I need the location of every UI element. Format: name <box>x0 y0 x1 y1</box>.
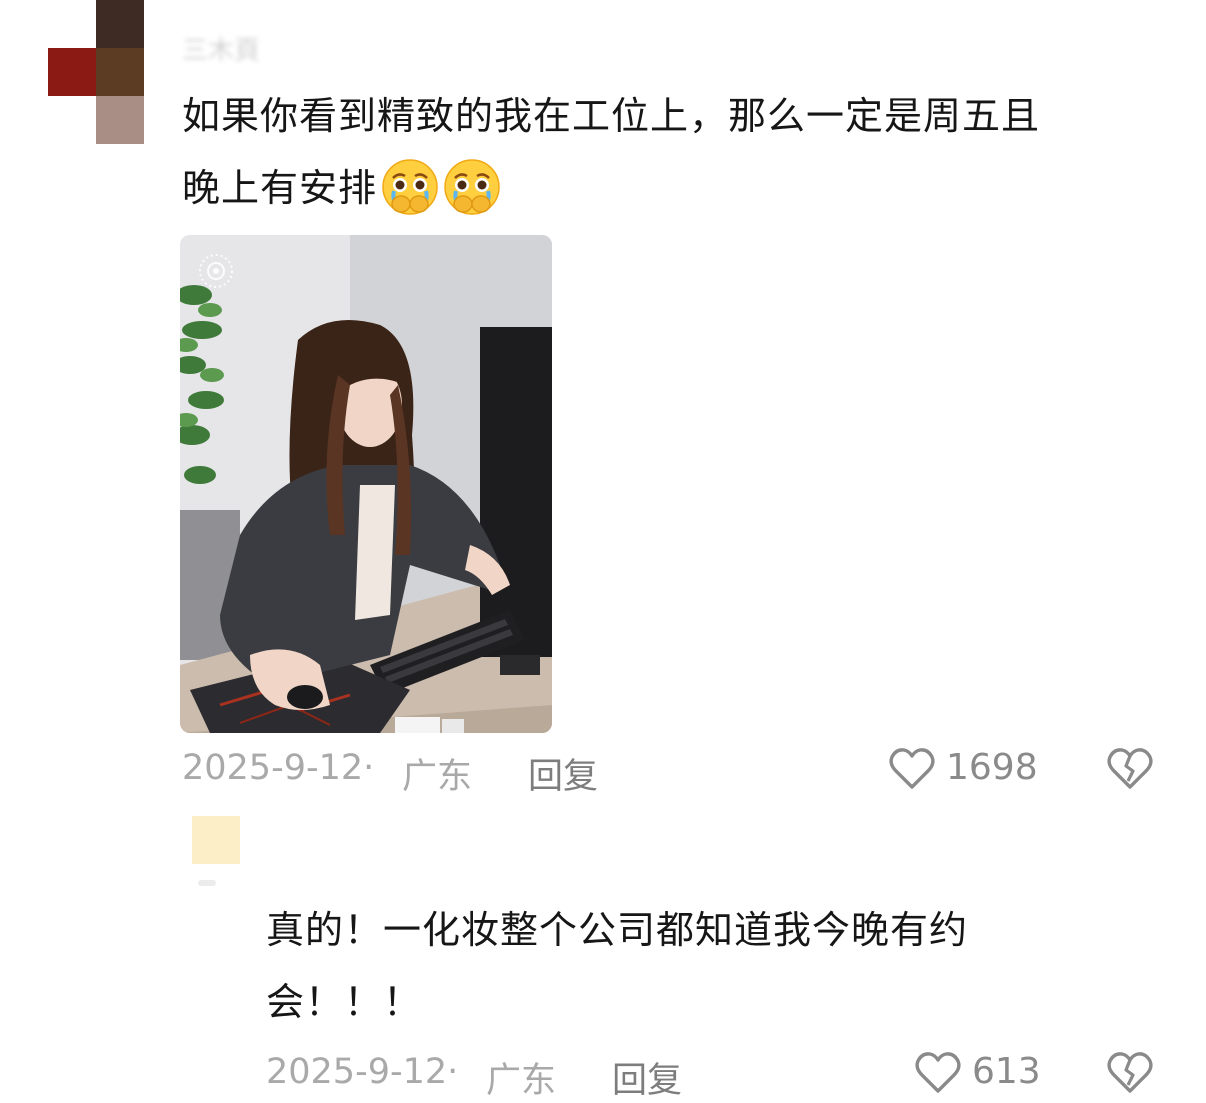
avatar[interactable] <box>48 0 144 144</box>
avatar-pixel <box>96 96 144 144</box>
avatar-pixel <box>96 0 144 48</box>
avatar-pixel <box>48 0 96 48</box>
avatar[interactable] <box>192 816 240 864</box>
reply-button[interactable]: 回复 <box>528 748 598 799</box>
avatar-pixel <box>96 48 144 96</box>
crying-face-emoji-icon <box>381 158 439 216</box>
comment-image[interactable] <box>180 235 552 733</box>
comment-location: 广东 <box>402 757 473 797</box>
username[interactable]: 三木頁 <box>182 30 302 66</box>
comment-date: 2025-9-12· <box>182 748 375 788</box>
avatar-pixel <box>48 96 96 144</box>
like-count: 1698 <box>946 747 1038 788</box>
dislike-button[interactable] <box>1106 747 1154 791</box>
comment-text-line: 真的！一化妆整个公司都知道我今晚有约 <box>266 908 969 952</box>
reply-button[interactable]: 回复 <box>612 1052 682 1103</box>
dislike-button[interactable] <box>1106 1051 1154 1095</box>
crying-face-emoji-icon <box>443 158 501 216</box>
broken-heart-icon <box>1106 747 1154 791</box>
heart-outline-icon <box>914 1051 962 1095</box>
like-count: 613 <box>972 1051 1041 1092</box>
comment-text-line: 如果你看到精致的我在工位上，那么一定是周五且 <box>182 94 1041 138</box>
avatar-pixel <box>48 48 96 96</box>
comment-text-fragment: 晚上有安排 <box>182 166 378 210</box>
comment-text: 如果你看到精致的我在工位上，那么一定是周五且 晚上有安排 <box>182 80 1172 224</box>
comment-text-line: 晚上有安排 <box>182 152 1172 224</box>
heart-outline-icon <box>888 747 936 791</box>
avatar-badge <box>198 880 216 886</box>
comment-text: 真的！一化妆整个公司都知道我今晚有约 会！！！ <box>266 894 1086 1038</box>
comment-date: 2025-9-12· <box>266 1052 459 1092</box>
broken-heart-icon <box>1106 1051 1154 1095</box>
comment-text-line: 会！！！ <box>266 980 423 1024</box>
comment-location: 广东 <box>486 1061 557 1101</box>
